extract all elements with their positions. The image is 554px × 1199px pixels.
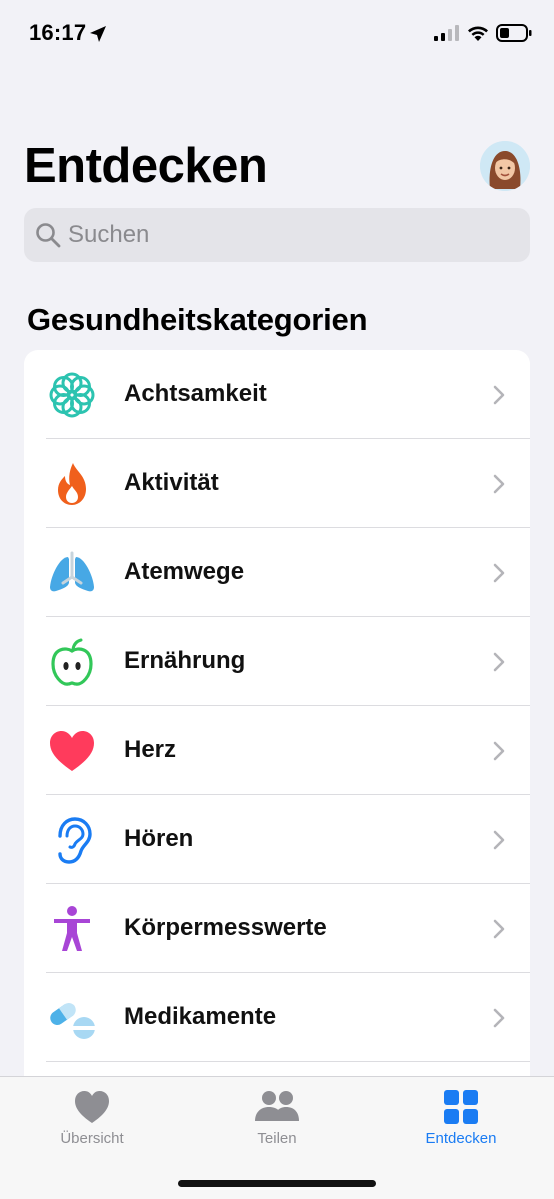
cellular-signal-icon — [434, 25, 459, 41]
category-list: Achtsamkeit Aktivität Atemwege Ernährung — [24, 350, 530, 1110]
list-item-herz[interactable]: Herz — [24, 706, 530, 794]
divider — [46, 1061, 530, 1062]
heart-icon — [75, 1091, 109, 1123]
search-bar[interactable] — [24, 208, 530, 262]
memoji-avatar-icon — [480, 141, 530, 191]
chevron-right-icon — [493, 1008, 505, 1028]
profile-avatar[interactable] — [480, 141, 530, 191]
lungs-icon — [50, 551, 94, 592]
search-icon — [36, 223, 61, 248]
chevron-right-icon — [493, 652, 505, 672]
status-time: 16:17 — [29, 20, 87, 45]
battery-icon — [496, 24, 532, 42]
mindfulness-icon — [49, 372, 95, 418]
list-item-medikamente[interactable]: Medikamente — [24, 973, 530, 1061]
chevron-right-icon — [493, 741, 505, 761]
apple-icon — [51, 638, 93, 686]
grid-icon — [444, 1090, 478, 1124]
status-bar: 16:17 — [0, 0, 554, 70]
tab-label: Übersicht — [60, 1130, 124, 1147]
tab-uebersicht[interactable]: Übersicht — [0, 1077, 184, 1167]
list-item-atemwege[interactable]: Atemwege — [24, 528, 530, 616]
flame-icon — [58, 463, 86, 505]
chevron-right-icon — [493, 919, 505, 939]
list-item-label: Körpermesswerte — [124, 914, 327, 941]
chevron-right-icon — [493, 474, 505, 494]
list-item-aktivitaet[interactable]: Aktivität — [24, 439, 530, 527]
list-item-hoeren[interactable]: Hören — [24, 795, 530, 883]
list-item-label: Aktivität — [124, 469, 219, 496]
list-item-label: Herz — [124, 736, 177, 763]
pills-icon — [50, 1000, 95, 1039]
section-title: Gesundheitskategorien — [27, 302, 368, 337]
chevron-right-icon — [493, 385, 505, 405]
list-item-ernaehrung[interactable]: Ernährung — [24, 617, 530, 705]
tab-teilen[interactable]: Teilen — [185, 1077, 369, 1167]
tab-entdecken[interactable]: Entdecken — [369, 1077, 553, 1167]
chevron-right-icon — [493, 830, 505, 850]
home-indicator[interactable] — [178, 1180, 376, 1187]
list-item-achtsamkeit[interactable]: Achtsamkeit — [24, 350, 530, 438]
tab-label: Entdecken — [425, 1130, 497, 1147]
list-item-label: Achtsamkeit — [124, 380, 267, 407]
body-figure-icon — [54, 906, 90, 951]
search-input[interactable] — [68, 208, 508, 262]
ear-icon — [58, 817, 92, 864]
people-icon — [255, 1091, 299, 1121]
page-title: Entdecken — [24, 139, 268, 193]
list-item-label: Hören — [124, 825, 194, 852]
list-item-koerpermesswerte[interactable]: Körpermesswerte — [24, 884, 530, 972]
location-arrow-icon — [90, 26, 106, 42]
list-item-label: Atemwege — [124, 558, 245, 585]
list-item-label: Medikamente — [124, 1003, 277, 1030]
wifi-icon — [468, 26, 488, 41]
chevron-right-icon — [493, 563, 505, 583]
tab-label: Teilen — [257, 1130, 297, 1147]
list-item-label: Ernährung — [124, 647, 246, 674]
heart-icon — [50, 731, 94, 771]
